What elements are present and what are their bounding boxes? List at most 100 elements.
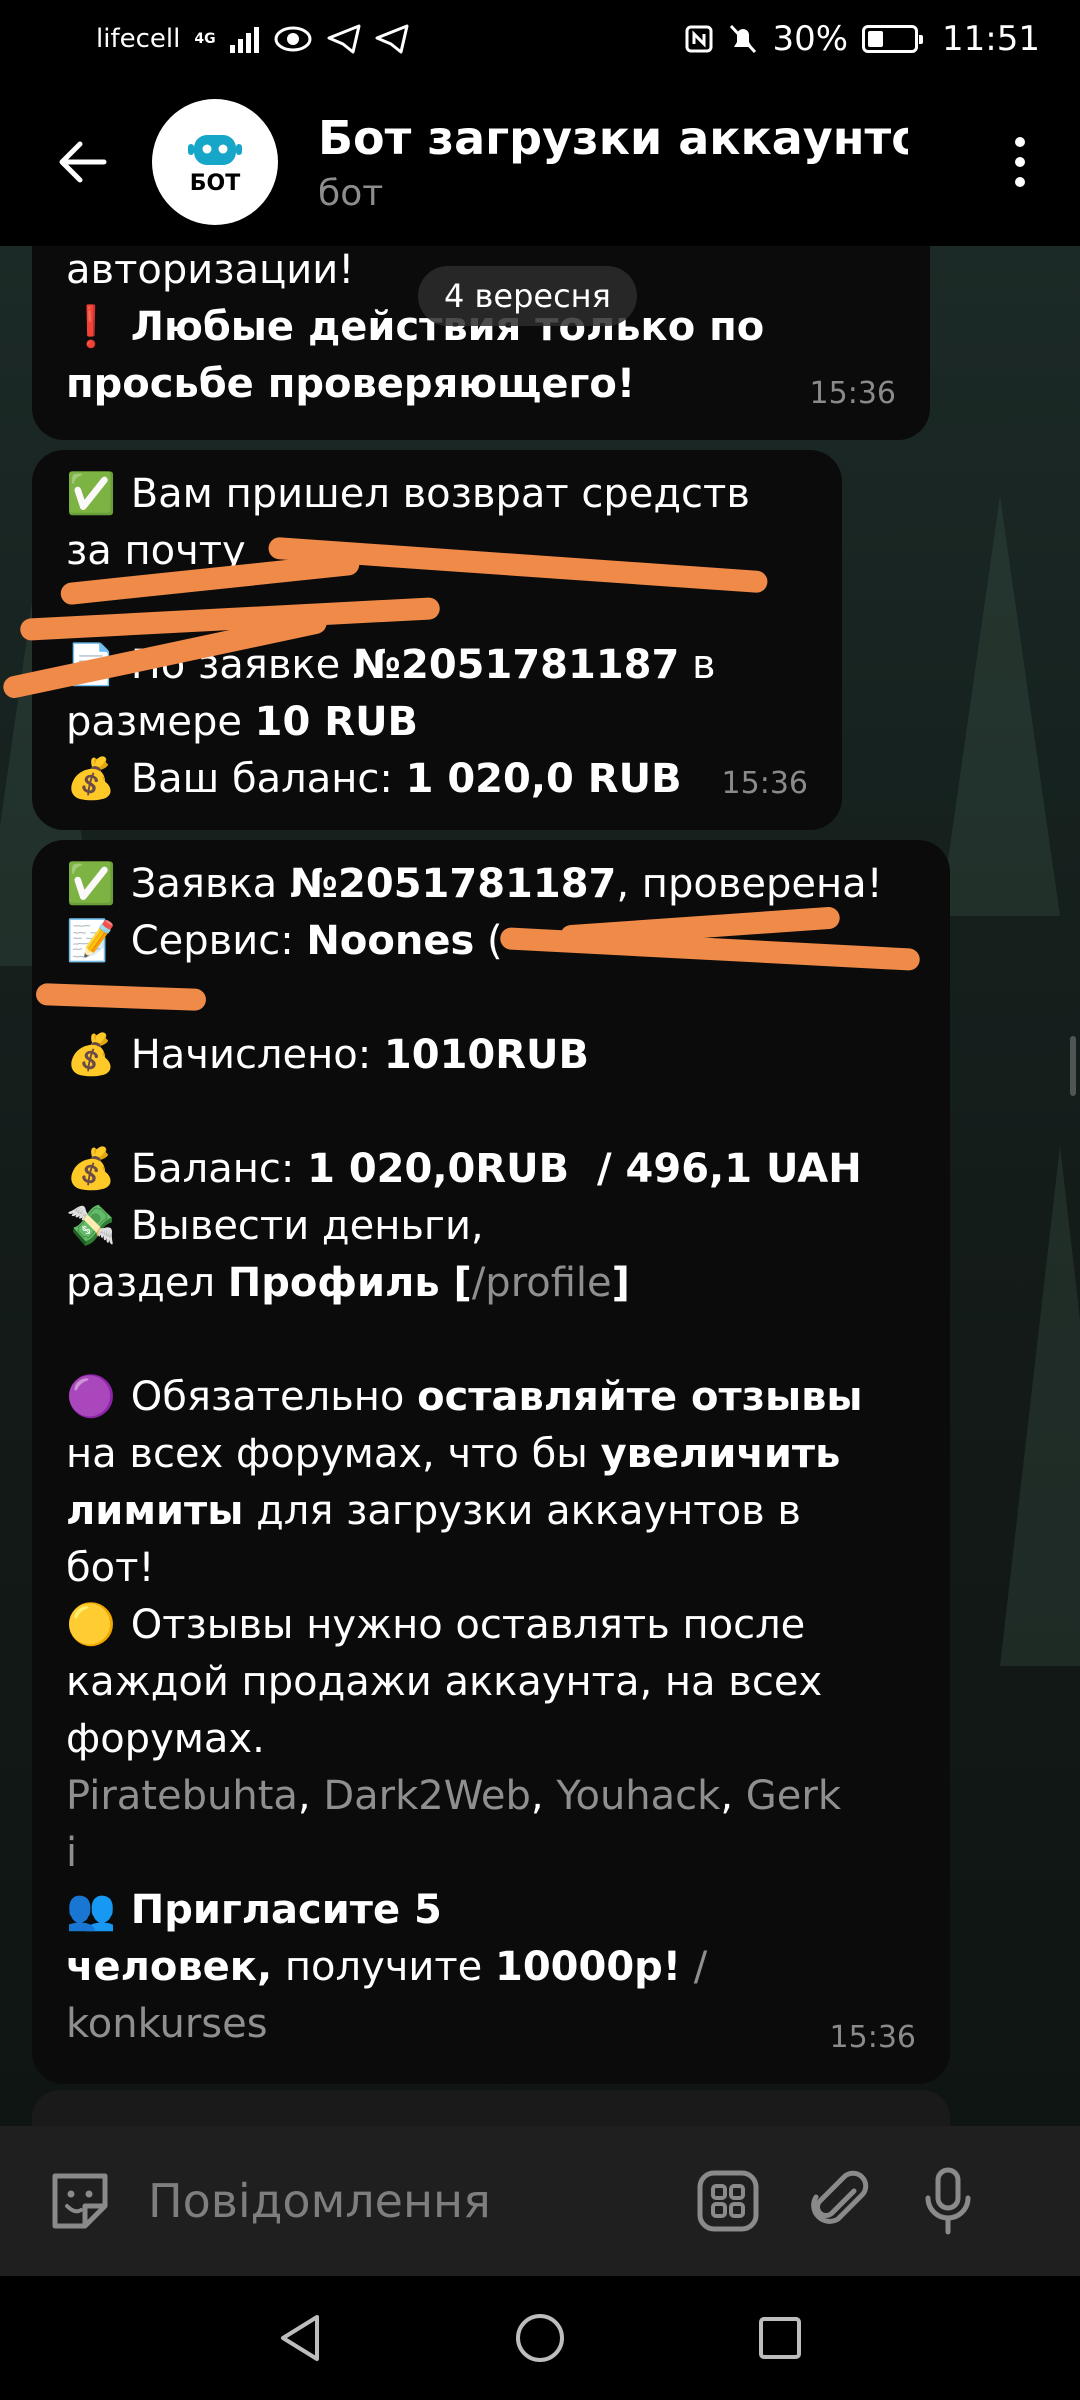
avatar-label: БОТ	[189, 170, 241, 196]
telegram-icon-2	[375, 24, 409, 54]
message-input-bar	[0, 2126, 1080, 2276]
arrow-left-icon	[59, 141, 107, 183]
message-time: 15:36	[809, 376, 896, 411]
message-line: 🟣 Обязательно оставляйте отзывы	[66, 1369, 916, 1426]
bell-off-icon	[730, 24, 757, 54]
bot-menu-button[interactable]	[688, 2161, 768, 2241]
chat-header: БОТ Бот загрузки аккаунтов бот	[0, 78, 1080, 246]
voice-button[interactable]	[908, 2161, 988, 2241]
telegram-icon	[327, 24, 361, 54]
service-value: Noones	[306, 918, 475, 964]
chat-title: Бот загрузки аккаунтов	[318, 110, 908, 165]
order-suffix: , проверена!	[616, 861, 883, 907]
review-text: для загрузки аккаунтов в	[243, 1488, 801, 1534]
yellow-circle-icon: 🟡	[66, 1602, 116, 1648]
review-text: Обязательно	[130, 1374, 418, 1420]
bot-avatar[interactable]: БОТ	[152, 99, 278, 225]
message-line	[66, 1312, 916, 1369]
profile-close: ]	[611, 1260, 630, 1306]
message-line: Piratebuhta, Dark2Web, Youhack, Gerk	[66, 1773, 841, 1819]
message-line: раздел Профиль [/profile]	[66, 1255, 916, 1312]
invite-separator: /	[681, 1944, 708, 1990]
battery-icon	[862, 25, 924, 53]
sticker-button[interactable]	[40, 2161, 120, 2241]
message-line: konkurses	[66, 1996, 916, 2053]
forum-link[interactable]: Youhack	[556, 1773, 720, 1819]
wallpaper-tree	[1000, 1146, 1080, 1666]
message-bubble[interactable]: ✅ Вам пришел возврат средств за почту 📄 …	[32, 450, 842, 830]
check-icon: ✅	[66, 861, 116, 907]
purple-circle-icon: 🟣	[66, 1374, 116, 1420]
warning-text: Любые действия только по просьбе проверя…	[66, 304, 765, 407]
forum-link-tail[interactable]: i	[66, 1830, 77, 1876]
message-line: 👥 Пригласите 5	[66, 1882, 916, 1939]
next-message-bubble	[32, 2090, 950, 2126]
message-line: 💸 Вывести деньги,	[66, 1198, 916, 1255]
back-button[interactable]	[34, 114, 130, 210]
order-prefix: Заявка	[130, 861, 290, 907]
wallpaper-tree	[940, 496, 1060, 916]
more-menu-button[interactable]	[1000, 122, 1040, 202]
konkurses-command-link[interactable]: konkurses	[66, 2001, 268, 2047]
section-prefix: раздел	[66, 1260, 228, 1306]
nav-home-button[interactable]	[505, 2303, 575, 2373]
review-bold: увеличить	[600, 1431, 841, 1477]
message-input[interactable]	[148, 2174, 648, 2228]
signal-icon	[229, 25, 259, 53]
money-bag-icon: 💰	[66, 1032, 116, 1078]
microphone-icon	[925, 2167, 971, 2235]
balance-value: 1 020,0RUB / 496,1 UAH	[307, 1146, 862, 1192]
triangle-back-icon	[281, 2315, 319, 2361]
date-label: 4 вересня	[418, 266, 637, 326]
square-recents-icon	[759, 2317, 801, 2359]
chat-title-block[interactable]: Бот загрузки аккаунтов бот	[318, 111, 908, 214]
order-number: №2051781187	[289, 861, 617, 907]
after-text: Отзывы нужно оставлять после	[130, 1602, 806, 1648]
status-right: 30% 11:51	[684, 19, 1040, 59]
message-line: ✅ Заявка №2051781187, проверена!	[66, 856, 916, 913]
forum-link[interactable]: Dark2Web	[323, 1773, 531, 1819]
system-navigation-bar	[0, 2276, 1080, 2400]
nav-back-button[interactable]	[265, 2303, 335, 2373]
grid-icon	[697, 2170, 759, 2232]
sticker-icon	[52, 2173, 108, 2229]
eye-icon	[274, 26, 312, 52]
status-bar: lifecell 4G 30% 11:51	[0, 0, 1080, 78]
scrollbar[interactable]	[1070, 1036, 1076, 1096]
people-icon: 👥	[66, 1887, 116, 1933]
network-type: 4G	[194, 31, 216, 47]
dot-icon	[1015, 137, 1025, 147]
chat-area[interactable]: авторизации! ❗ Любые действия только по …	[0, 246, 1080, 2126]
service-label: Сервис:	[130, 918, 307, 964]
message-line: 💰 Начислено: 1010RUB	[66, 1027, 916, 1084]
message-line: i	[66, 1825, 916, 1882]
review-text: на всех форумах, что бы	[66, 1431, 601, 1477]
carrier-label: lifecell	[96, 24, 181, 54]
forum-link[interactable]: Piratebuhta	[66, 1773, 298, 1819]
nfc-icon	[685, 25, 713, 53]
forum-link[interactable]: Gerk	[746, 1773, 841, 1819]
balance-label: Баланс:	[130, 1146, 308, 1192]
memo-icon: 📝	[66, 918, 116, 964]
message-line: форумах.	[66, 1716, 265, 1762]
dot-icon	[1015, 177, 1025, 187]
clock: 11:51	[942, 19, 1040, 59]
invite-bold: человек,	[66, 1944, 273, 1990]
attach-button[interactable]	[798, 2161, 878, 2241]
credited-value: 1010RUB	[383, 1032, 590, 1078]
balance-value: 1 020,0 RUB	[405, 756, 682, 802]
dot-icon	[1015, 157, 1025, 167]
paperclip-icon	[811, 2170, 869, 2224]
check-icon: ✅	[66, 471, 116, 517]
chat-subtitle: бот	[318, 172, 384, 214]
message-bubble[interactable]: ✅ Заявка №2051781187, проверена! 📝 Серви…	[32, 840, 950, 2084]
message-line	[66, 1084, 916, 1141]
order-number: №2051781187	[352, 642, 680, 688]
money-bag-icon: 💰	[66, 1146, 116, 1192]
message-line: человек, получите 10000р! /	[66, 1939, 916, 1996]
message-line: бот!	[66, 1545, 155, 1591]
profile-label: Профиль [	[227, 1260, 472, 1306]
message-time: 15:36	[829, 2020, 916, 2055]
nav-recents-button[interactable]	[745, 2303, 815, 2373]
profile-command-link[interactable]: /profile	[472, 1260, 612, 1306]
